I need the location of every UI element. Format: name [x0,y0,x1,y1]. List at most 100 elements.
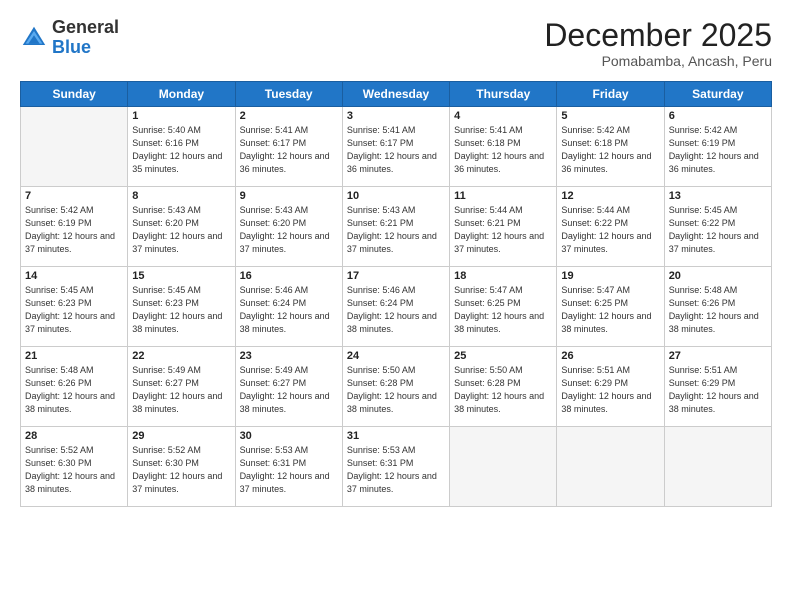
day-number: 29 [132,430,230,442]
day-number: 24 [347,350,445,362]
logo: General Blue [20,18,119,58]
day-number: 2 [240,110,338,122]
page: General Blue December 2025 Pomabamba, An… [0,0,792,612]
day-info: Sunrise: 5:43 AMSunset: 6:20 PMDaylight:… [132,204,230,256]
day-number: 5 [561,110,659,122]
col-saturday: Saturday [664,82,771,107]
col-tuesday: Tuesday [235,82,342,107]
day-info: Sunrise: 5:49 AMSunset: 6:27 PMDaylight:… [240,364,338,416]
day-info: Sunrise: 5:50 AMSunset: 6:28 PMDaylight:… [454,364,552,416]
day-number: 18 [454,270,552,282]
day-info: Sunrise: 5:45 AMSunset: 6:23 PMDaylight:… [25,284,123,336]
day-cell-3-6: 27 Sunrise: 5:51 AMSunset: 6:29 PMDayligh… [664,347,771,427]
day-info: Sunrise: 5:51 AMSunset: 6:29 PMDaylight:… [669,364,767,416]
day-cell-0-1: 1 Sunrise: 5:40 AMSunset: 6:16 PMDaylight… [128,107,235,187]
day-number: 21 [25,350,123,362]
day-info: Sunrise: 5:52 AMSunset: 6:30 PMDaylight:… [25,444,123,496]
week-row-4: 21 Sunrise: 5:48 AMSunset: 6:26 PMDayligh… [21,347,772,427]
day-info: Sunrise: 5:51 AMSunset: 6:29 PMDaylight:… [561,364,659,416]
day-info: Sunrise: 5:41 AMSunset: 6:18 PMDaylight:… [454,124,552,176]
day-cell-2-1: 15Sunrise: 5:45 AMSunset: 6:23 PMDayligh… [128,267,235,347]
week-row-3: 14 Sunrise: 5:45 AMSunset: 6:23 PMDayligh… [21,267,772,347]
day-number: 19 [561,270,659,282]
header: General Blue December 2025 Pomabamba, An… [20,18,772,69]
day-number: 12 [561,190,659,202]
day-cell-3-1: 22 Sunrise: 5:49 AMSunset: 6:27 PMDayligh… [128,347,235,427]
day-cell-2-2: 16Sunrise: 5:46 AMSunset: 6:24 PMDayligh… [235,267,342,347]
title-block: December 2025 Pomabamba, Ancash, Peru [544,18,772,69]
day-cell-4-1: 29Sunrise: 5:52 AMSunset: 6:30 PMDayligh… [128,427,235,507]
day-cell-3-4: 25Sunrise: 5:50 AMSunset: 6:28 PMDayligh… [450,347,557,427]
day-cell-4-5 [557,427,664,507]
day-cell-3-2: 23 Sunrise: 5:49 AMSunset: 6:27 PMDayligh… [235,347,342,427]
day-info: Sunrise: 5:40 AMSunset: 6:16 PMDaylight:… [132,124,230,176]
day-cell-2-0: 14 Sunrise: 5:45 AMSunset: 6:23 PMDayligh… [21,267,128,347]
col-wednesday: Wednesday [342,82,449,107]
day-cell-2-6: 20 Sunrise: 5:48 AMSunset: 6:26 PMDayligh… [664,267,771,347]
day-info: Sunrise: 5:41 AMSunset: 6:17 PMDaylight:… [347,124,445,176]
day-number: 7 [25,190,123,202]
day-info: Sunrise: 5:47 AMSunset: 6:25 PMDaylight:… [454,284,552,336]
day-number: 11 [454,190,552,202]
day-cell-1-1: 8Sunrise: 5:43 AMSunset: 6:20 PMDaylight… [128,187,235,267]
day-number: 3 [347,110,445,122]
day-cell-4-4 [450,427,557,507]
day-number: 26 [561,350,659,362]
day-info: Sunrise: 5:41 AMSunset: 6:17 PMDaylight:… [240,124,338,176]
day-info: Sunrise: 5:47 AMSunset: 6:25 PMDaylight:… [561,284,659,336]
month-title: December 2025 [544,18,772,53]
day-cell-1-0: 7Sunrise: 5:42 AMSunset: 6:19 PMDaylight… [21,187,128,267]
day-number: 27 [669,350,767,362]
day-info: Sunrise: 5:48 AMSunset: 6:26 PMDaylight:… [25,364,123,416]
logo-icon [20,24,48,52]
day-info: Sunrise: 5:50 AMSunset: 6:28 PMDaylight:… [347,364,445,416]
day-cell-2-4: 18 Sunrise: 5:47 AMSunset: 6:25 PMDayligh… [450,267,557,347]
week-row-5: 28 Sunrise: 5:52 AMSunset: 6:30 PMDayligh… [21,427,772,507]
day-cell-0-3: 3 Sunrise: 5:41 AMSunset: 6:17 PMDaylight… [342,107,449,187]
day-number: 9 [240,190,338,202]
day-number: 1 [132,110,230,122]
day-number: 13 [669,190,767,202]
day-info: Sunrise: 5:48 AMSunset: 6:26 PMDaylight:… [669,284,767,336]
day-cell-1-4: 11 Sunrise: 5:44 AMSunset: 6:21 PMDayligh… [450,187,557,267]
col-monday: Monday [128,82,235,107]
logo-general-text: General [52,18,119,38]
day-cell-4-0: 28 Sunrise: 5:52 AMSunset: 6:30 PMDayligh… [21,427,128,507]
day-cell-0-0 [21,107,128,187]
day-cell-0-4: 4 Sunrise: 5:41 AMSunset: 6:18 PMDaylight… [450,107,557,187]
day-info: Sunrise: 5:45 AMSunset: 6:22 PMDaylight:… [669,204,767,256]
day-number: 28 [25,430,123,442]
day-cell-1-2: 9 Sunrise: 5:43 AMSunset: 6:20 PMDaylight… [235,187,342,267]
day-number: 14 [25,270,123,282]
logo-text: General Blue [52,18,119,58]
day-cell-0-5: 5 Sunrise: 5:42 AMSunset: 6:18 PMDaylight… [557,107,664,187]
day-cell-4-3: 31Sunrise: 5:53 AMSunset: 6:31 PMDayligh… [342,427,449,507]
day-number: 23 [240,350,338,362]
day-number: 20 [669,270,767,282]
logo-blue-text: Blue [52,38,119,58]
day-cell-1-6: 13 Sunrise: 5:45 AMSunset: 6:22 PMDayligh… [664,187,771,267]
day-number: 22 [132,350,230,362]
location-subtitle: Pomabamba, Ancash, Peru [544,53,772,69]
col-friday: Friday [557,82,664,107]
day-cell-3-0: 21 Sunrise: 5:48 AMSunset: 6:26 PMDayligh… [21,347,128,427]
day-info: Sunrise: 5:49 AMSunset: 6:27 PMDaylight:… [132,364,230,416]
calendar-table: Sunday Monday Tuesday Wednesday Thursday… [20,81,772,507]
header-row: Sunday Monday Tuesday Wednesday Thursday… [21,82,772,107]
day-cell-4-6 [664,427,771,507]
day-cell-0-6: 6Sunrise: 5:42 AMSunset: 6:19 PMDaylight… [664,107,771,187]
day-info: Sunrise: 5:43 AMSunset: 6:20 PMDaylight:… [240,204,338,256]
day-info: Sunrise: 5:44 AMSunset: 6:22 PMDaylight:… [561,204,659,256]
day-info: Sunrise: 5:53 AMSunset: 6:31 PMDaylight:… [240,444,338,496]
day-info: Sunrise: 5:46 AMSunset: 6:24 PMDaylight:… [240,284,338,336]
day-cell-1-3: 10Sunrise: 5:43 AMSunset: 6:21 PMDayligh… [342,187,449,267]
day-cell-2-5: 19 Sunrise: 5:47 AMSunset: 6:25 PMDayligh… [557,267,664,347]
day-cell-0-2: 2 Sunrise: 5:41 AMSunset: 6:17 PMDaylight… [235,107,342,187]
day-info: Sunrise: 5:42 AMSunset: 6:18 PMDaylight:… [561,124,659,176]
day-cell-3-3: 24 Sunrise: 5:50 AMSunset: 6:28 PMDayligh… [342,347,449,427]
day-number: 31 [347,430,445,442]
day-info: Sunrise: 5:44 AMSunset: 6:21 PMDaylight:… [454,204,552,256]
col-thursday: Thursday [450,82,557,107]
day-number: 4 [454,110,552,122]
day-info: Sunrise: 5:45 AMSunset: 6:23 PMDaylight:… [132,284,230,336]
